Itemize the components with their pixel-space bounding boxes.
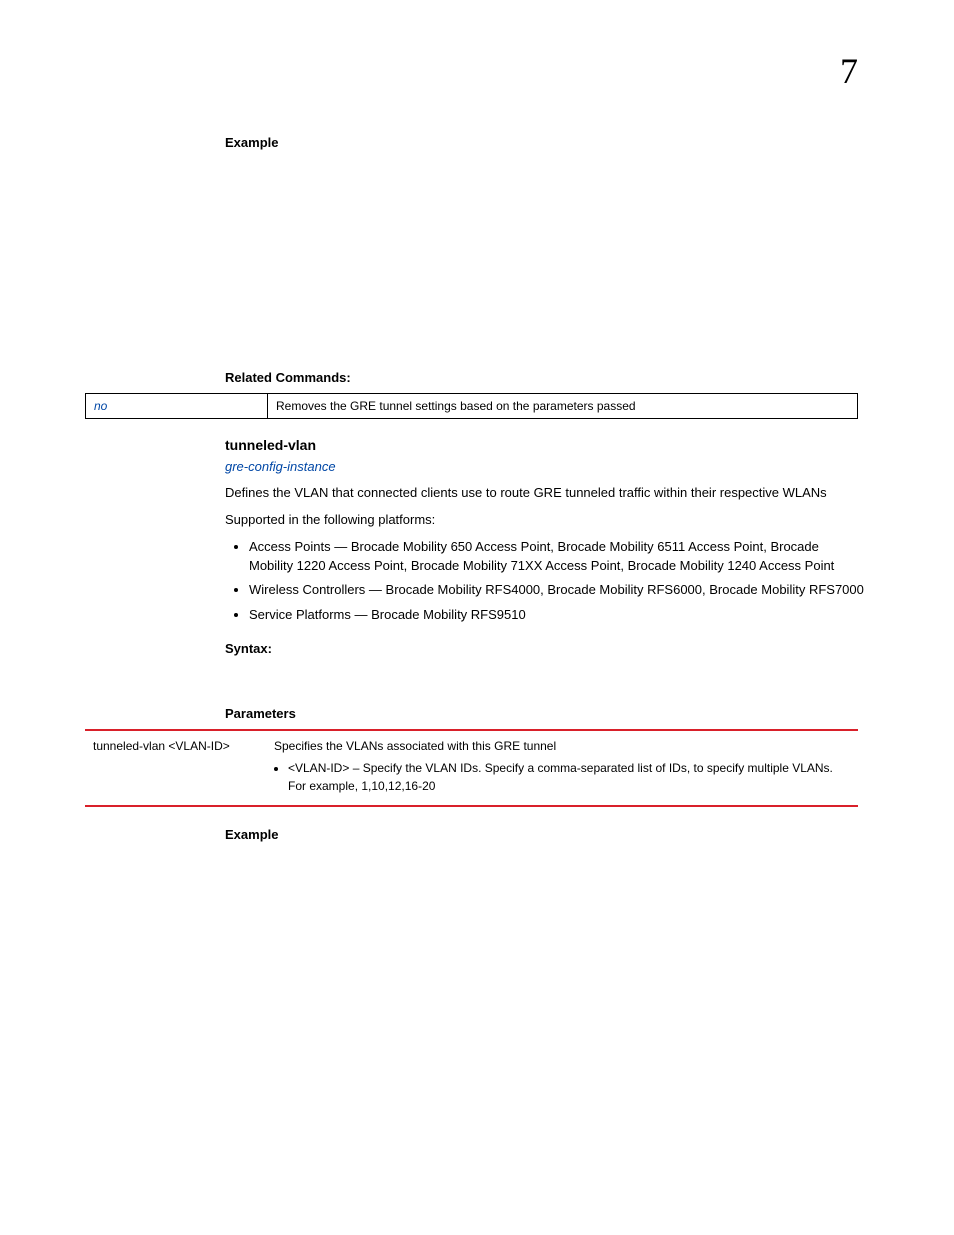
no-command-link[interactable]: no (94, 399, 107, 413)
gre-config-instance-link[interactable]: gre-config-instance (225, 459, 864, 474)
parameters-heading: Parameters (225, 706, 864, 721)
list-item: Wireless Controllers — Brocade Mobility … (249, 581, 864, 600)
param-name: tunneled-vlan <VLAN-ID> (85, 730, 266, 806)
example-heading: Example (225, 135, 864, 150)
list-item: Access Points — Brocade Mobility 650 Acc… (249, 538, 864, 576)
syntax-heading: Syntax: (225, 641, 864, 656)
page: 7 Example Related Commands: no Removes t… (0, 0, 954, 1235)
supported-platforms-label: Supported in the following platforms: (225, 511, 864, 530)
parameters-table: tunneled-vlan <VLAN-ID> Specifies the VL… (85, 729, 858, 807)
param-bullet-list: <VLAN-ID> – Specify the VLAN IDs. Specif… (288, 759, 850, 795)
command-title: tunneled-vlan (225, 437, 864, 453)
content-area: Example Related Commands: no Removes the… (225, 135, 864, 842)
related-commands-table: no Removes the GRE tunnel settings based… (85, 393, 858, 419)
list-item: Service Platforms — Brocade Mobility RFS… (249, 606, 864, 625)
param-desc-intro: Specifies the VLANs associated with this… (274, 739, 556, 753)
related-command-desc: Removes the GRE tunnel settings based on… (268, 394, 858, 419)
list-item: <VLAN-ID> – Specify the VLAN IDs. Specif… (288, 759, 850, 795)
table-row: no Removes the GRE tunnel settings based… (86, 394, 858, 419)
table-row: tunneled-vlan <VLAN-ID> Specifies the VL… (85, 730, 858, 806)
related-commands-heading: Related Commands: (225, 370, 864, 385)
param-desc: Specifies the VLANs associated with this… (266, 730, 858, 806)
related-command-name: no (86, 394, 268, 419)
platform-list: Access Points — Brocade Mobility 650 Acc… (249, 538, 864, 625)
chapter-number: 7 (840, 50, 858, 92)
command-description: Defines the VLAN that connected clients … (225, 484, 864, 503)
example-heading-2: Example (225, 827, 864, 842)
